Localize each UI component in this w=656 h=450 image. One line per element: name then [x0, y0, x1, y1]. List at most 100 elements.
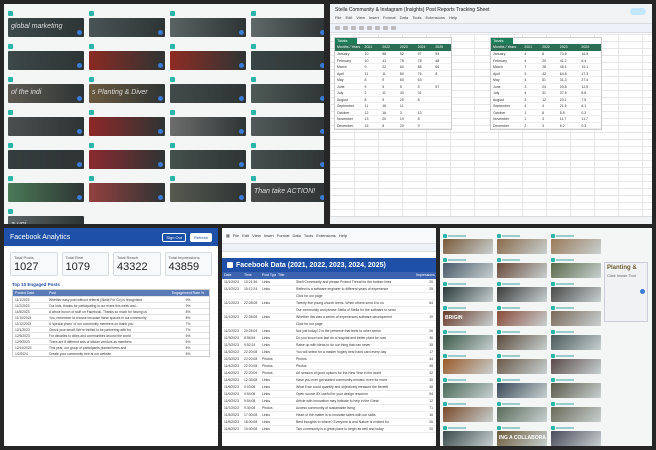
checkbox-icon[interactable]: [443, 306, 447, 310]
pivot-cell[interactable]: October: [491, 110, 522, 116]
checkbox-icon[interactable]: [497, 282, 501, 286]
thumbnail-cell[interactable]: [443, 330, 493, 351]
select-badge-icon[interactable]: [239, 63, 244, 68]
checkbox-icon[interactable]: [551, 354, 555, 358]
pivot-cell[interactable]: [433, 90, 451, 96]
pivot-cell[interactable]: April: [491, 71, 522, 77]
thumbnail-image[interactable]: [443, 239, 493, 254]
thumbnail-cell[interactable]: [497, 330, 547, 351]
pivot-cell[interactable]: 41: [380, 58, 398, 64]
bold-icon[interactable]: [367, 26, 372, 30]
banner-cell[interactable]: s Planting & Diver: [89, 76, 165, 104]
pivot-cell[interactable]: 3: [522, 97, 540, 103]
banner-image[interactable]: [8, 117, 84, 136]
checkbox-icon[interactable]: [89, 175, 94, 181]
pivot-cell[interactable]: 12: [540, 97, 558, 103]
thumbnail-image[interactable]: [497, 359, 547, 374]
sign-out-button[interactable]: Sign Out: [162, 232, 186, 242]
pivot-cell[interactable]: 85: [416, 64, 434, 70]
select-badge-icon[interactable]: [239, 162, 244, 167]
pivot-cell[interactable]: 22: [380, 64, 398, 70]
select-badge-icon[interactable]: [158, 162, 163, 167]
thumbnail-cell[interactable]: [551, 282, 601, 303]
table-row[interactable]: 1/2/2024 Create your community tree at ou…: [13, 350, 209, 356]
pivot-cell[interactable]: 8: [363, 77, 381, 83]
thumbnail-image[interactable]: ING A COLLABORA: [497, 431, 547, 446]
checkbox-icon[interactable]: [497, 426, 501, 430]
banner-image[interactable]: [251, 18, 324, 37]
table-row[interactable]: 11/6/2023 0:54:08 Links Open source 8X usef…: [222, 391, 436, 398]
checkbox-icon[interactable]: [551, 402, 555, 406]
banner-cell[interactable]: [8, 175, 84, 203]
pivot-cell[interactable]: 57: [433, 84, 451, 90]
banner-image[interactable]: [170, 183, 246, 202]
banner-cell[interactable]: [170, 76, 246, 104]
pivot-cell[interactable]: December: [491, 123, 522, 129]
pivot-cell[interactable]: 53: [433, 51, 451, 57]
banner-image[interactable]: [8, 51, 84, 70]
table-row[interactable]: 11/8/2023 17:30:08 Links Heart of the matte…: [222, 412, 436, 419]
pivot-cell[interactable]: 4: [540, 103, 558, 109]
menu-item[interactable]: Data: [400, 15, 408, 20]
table-row[interactable]: Click for our page: [222, 321, 436, 328]
checkbox-icon[interactable]: [8, 175, 13, 181]
pivot-cell[interactable]: 6.1: [579, 103, 601, 109]
thumbnail-image[interactable]: [497, 263, 547, 278]
banner-cell[interactable]: [170, 43, 246, 71]
banner-cell[interactable]: [251, 142, 324, 170]
checkbox-icon[interactable]: [497, 378, 501, 382]
checkbox-icon[interactable]: [89, 76, 94, 82]
pivot-cell[interactable]: 9: [363, 84, 381, 90]
checkbox-icon[interactable]: [551, 378, 555, 382]
pivot-cell[interactable]: 8: [380, 123, 398, 129]
pivot-cell[interactable]: 63: [416, 77, 434, 83]
thumbnail-image[interactable]: [443, 287, 493, 302]
pivot-cell[interactable]: 28: [540, 64, 558, 70]
thumbnail-image[interactable]: [551, 431, 601, 446]
pivot-cell[interactable]: 1: [522, 116, 540, 122]
checkbox-icon[interactable]: [8, 43, 13, 49]
pivot-cell[interactable]: 19.1: [579, 64, 601, 70]
undo-icon[interactable]: [335, 26, 340, 30]
pivot-cell[interactable]: 6.4: [579, 58, 601, 64]
table-row[interactable]: 12/14/2023 This year, our group of partic…: [13, 344, 209, 350]
checkbox-icon[interactable]: [89, 43, 94, 49]
pivot-cell[interactable]: [433, 110, 451, 116]
pivot-cell[interactable]: 48: [433, 58, 451, 64]
pivot-cell[interactable]: June: [491, 84, 522, 90]
table-row[interactable]: 11/3/2023 22:20:08 Links You will select fo…: [222, 349, 436, 356]
pivot-cell[interactable]: 16: [380, 110, 398, 116]
pivot-cell[interactable]: February: [491, 58, 522, 64]
select-badge-icon[interactable]: [158, 30, 163, 35]
pivot-cell[interactable]: 37.5: [558, 90, 580, 96]
banner-image[interactable]: [170, 150, 246, 169]
checkbox-icon[interactable]: [251, 43, 256, 49]
thumbnail-image[interactable]: [497, 311, 547, 326]
menu-item[interactable]: Data: [292, 233, 300, 238]
banner-cell[interactable]: [251, 76, 324, 104]
sheet-tabs[interactable]: [330, 216, 652, 224]
pivot-cell[interactable]: July: [491, 90, 522, 96]
menu-item[interactable]: View: [252, 233, 261, 238]
menu-item[interactable]: Extensions: [316, 233, 336, 238]
banner-image[interactable]: [89, 51, 165, 70]
pivot-cell[interactable]: 8: [540, 110, 558, 116]
table-row[interactable]: Click for our page: [222, 293, 436, 300]
pivot-cell[interactable]: 8: [540, 51, 558, 57]
print-icon[interactable]: [351, 26, 356, 30]
select-badge-icon[interactable]: [239, 30, 244, 35]
thumbnail-cell[interactable]: BRIGIN: [443, 306, 493, 327]
pivot-cell[interactable]: 41.2: [558, 58, 580, 64]
pivot-cell[interactable]: 3: [398, 110, 416, 116]
pivot-cell[interactable]: November: [335, 116, 363, 122]
checkbox-icon[interactable]: [251, 109, 256, 115]
banner-image[interactable]: [251, 150, 324, 169]
pivot-cell[interactable]: 13: [416, 110, 434, 116]
pivot-cell[interactable]: 11: [363, 103, 381, 109]
pivot-cell[interactable]: 10: [363, 58, 381, 64]
pivot-cell[interactable]: 4: [522, 103, 540, 109]
pivot-cell[interactable]: 11.7: [558, 116, 580, 122]
checkbox-icon[interactable]: [251, 175, 256, 181]
thumbnail-image[interactable]: [443, 335, 493, 350]
thumbnail-image[interactable]: [443, 407, 493, 422]
